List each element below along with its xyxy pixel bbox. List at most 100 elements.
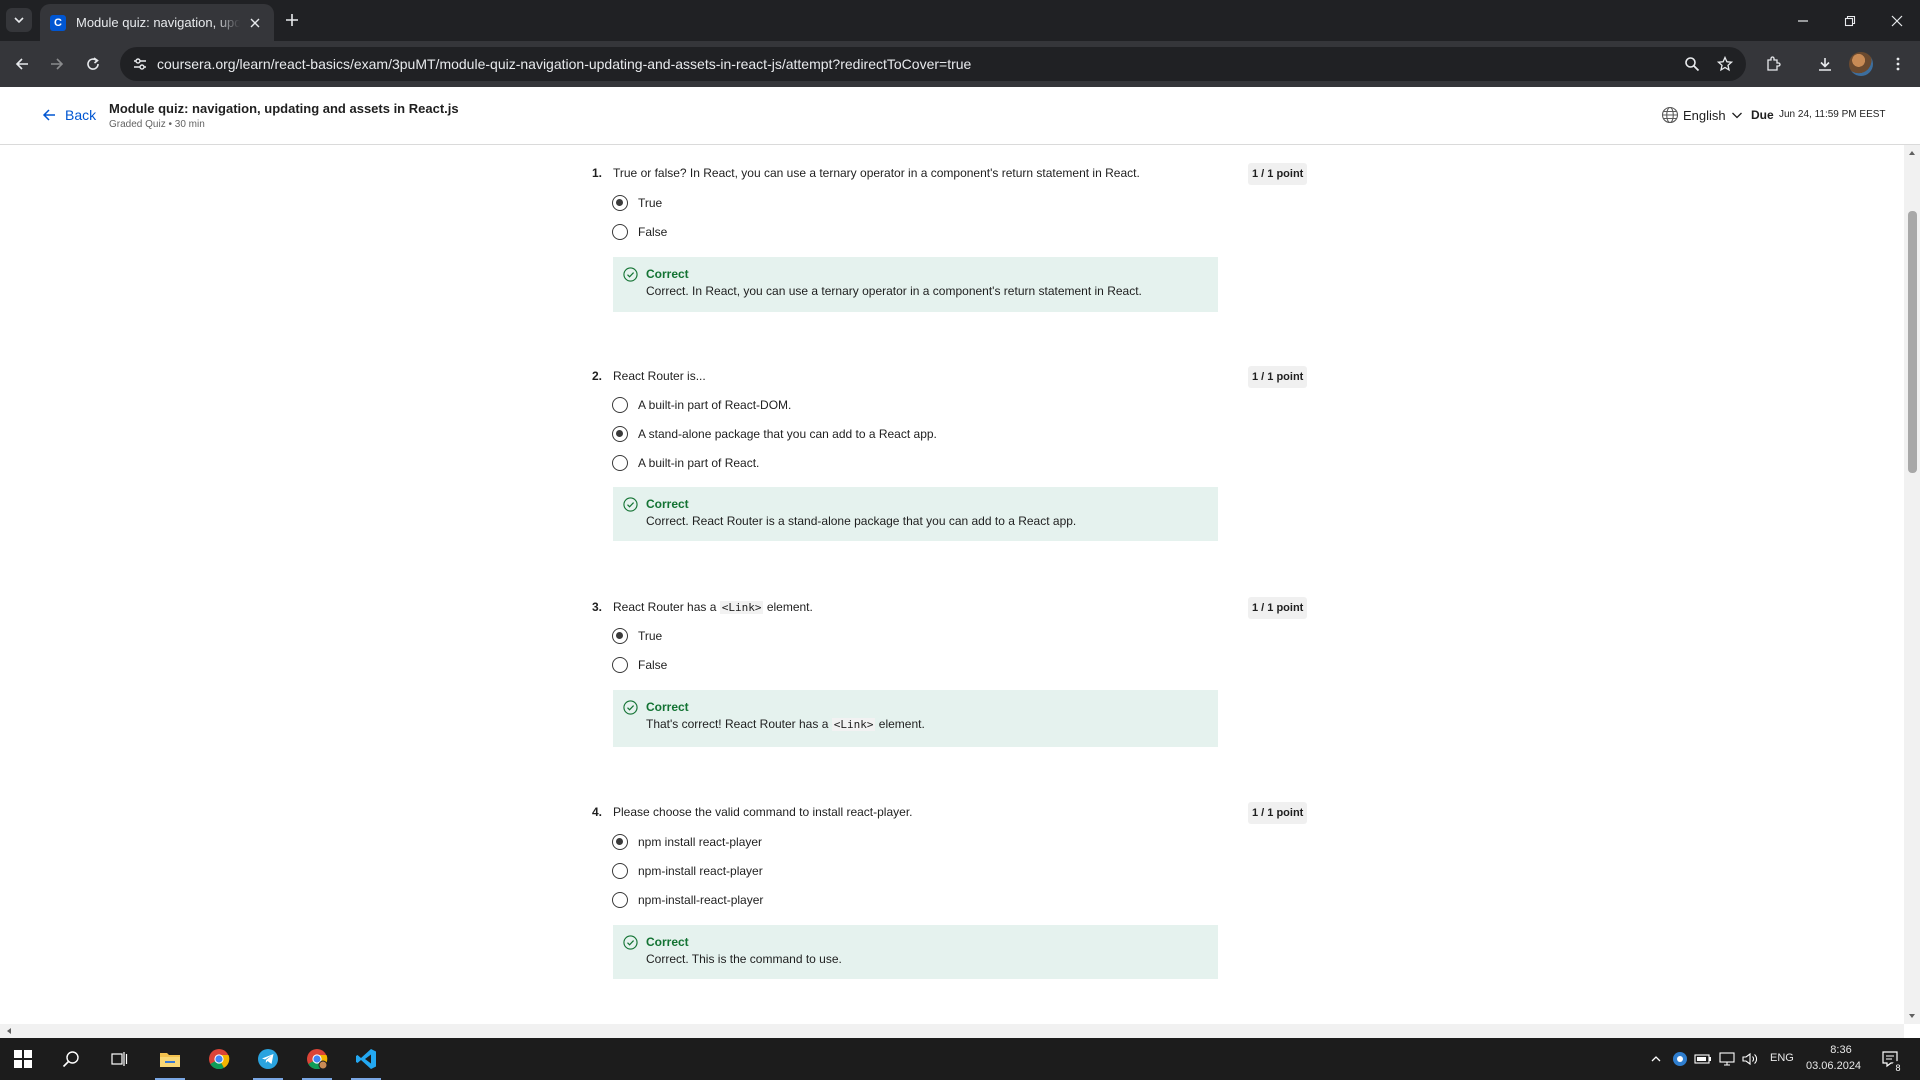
input-language[interactable]: ENG	[1770, 1052, 1794, 1064]
radio-unselected[interactable]	[612, 657, 628, 673]
volume-button[interactable]	[1740, 1049, 1760, 1069]
chrome-icon	[209, 1049, 230, 1070]
tab-search-button[interactable]	[6, 8, 32, 32]
question-number: 1.	[592, 166, 603, 180]
start-button[interactable]	[0, 1038, 46, 1080]
feedback-text: Correct. In React, you can use a ternary…	[646, 284, 1142, 298]
reload-icon	[87, 57, 99, 70]
restore-window-button[interactable]	[1827, 0, 1873, 41]
volume-icon	[1742, 1052, 1757, 1066]
due-label: Due	[1751, 108, 1774, 122]
back-link[interactable]: Back	[41, 107, 96, 123]
answer-option[interactable]: True	[612, 195, 662, 211]
feedback-box: Correct Correct. React Router is a stand…	[613, 487, 1218, 541]
browser-tab-bar: C Module quiz: navigation, updating and …	[0, 0, 1920, 41]
question-text: True or false? In React, you can use a t…	[613, 166, 1140, 180]
bookmark-button[interactable]	[1713, 52, 1737, 76]
battery-icon	[1694, 1054, 1711, 1064]
feedback-title: Correct	[646, 497, 689, 511]
vscode-app[interactable]	[343, 1038, 389, 1080]
star-icon	[1717, 56, 1733, 72]
feedback-title: Correct	[646, 935, 689, 949]
tune-icon	[134, 58, 146, 70]
new-tab-button[interactable]	[282, 10, 302, 30]
language-selector[interactable]: English	[1661, 106, 1748, 124]
answer-option[interactable]: npm-install-react-player	[612, 892, 763, 908]
clock-date[interactable]: 03.06.2024	[1806, 1060, 1861, 1072]
quiz-title: Module quiz: navigation, updating and as…	[109, 101, 459, 116]
vertical-scrollbar[interactable]	[1904, 145, 1920, 1024]
forward-nav-button[interactable]	[45, 52, 69, 76]
minimize-icon	[1798, 19, 1808, 22]
scrollbar-thumb[interactable]	[1908, 211, 1917, 473]
answer-option[interactable]: npm-install react-player	[612, 863, 763, 879]
radio-selected[interactable]	[612, 834, 628, 850]
plus-icon	[286, 14, 298, 26]
due-date: Jun 24, 11:59 PM EEST	[1779, 109, 1886, 120]
address-bar[interactable]: coursera.org/learn/react-basics/exam/3pu…	[120, 47, 1746, 81]
scroll-up-icon[interactable]	[1904, 147, 1920, 159]
back-nav-button[interactable]	[10, 52, 34, 76]
answer-option[interactable]: True	[612, 628, 662, 644]
points-badge: 1 / 1 point	[1248, 163, 1308, 185]
site-info-button[interactable]	[128, 52, 152, 76]
quiz-content: 1. True or false? In React, you can use …	[0, 145, 1904, 1024]
search-button[interactable]	[48, 1038, 94, 1080]
radio-unselected[interactable]	[612, 397, 628, 413]
feedback-text: Correct. React Router is a stand-alone p…	[646, 514, 1077, 528]
profile-avatar[interactable]	[1849, 52, 1873, 76]
answer-option[interactable]: A built-in part of React.	[612, 455, 759, 471]
extensions-button[interactable]	[1761, 52, 1785, 76]
close-icon	[1891, 15, 1903, 26]
scroll-left-icon[interactable]	[3, 1024, 15, 1038]
option-label: npm-install react-player	[638, 864, 763, 878]
radio-selected[interactable]	[612, 426, 628, 442]
browser-menu-button[interactable]	[1886, 52, 1910, 76]
minimize-window-button[interactable]	[1780, 0, 1826, 41]
puzzle-icon	[1767, 56, 1781, 71]
answer-option[interactable]: npm install react-player	[612, 834, 762, 850]
radio-selected[interactable]	[612, 195, 628, 211]
search-icon	[62, 1051, 79, 1068]
chrome-active-app[interactable]	[294, 1038, 340, 1080]
downloads-button[interactable]	[1813, 52, 1837, 76]
answer-option[interactable]: A stand-alone package that you can add t…	[612, 426, 937, 442]
url-text[interactable]: coursera.org/learn/react-basics/exam/3pu…	[157, 56, 971, 72]
zoom-button[interactable]	[1680, 52, 1704, 76]
telegram-app[interactable]	[245, 1038, 291, 1080]
check-circle-icon	[623, 267, 638, 282]
points-badge: 1 / 1 point	[1248, 366, 1308, 388]
radio-unselected[interactable]	[612, 224, 628, 240]
check-circle-icon	[623, 700, 638, 715]
radio-selected[interactable]	[612, 628, 628, 644]
notification-count-badge: 8	[1891, 1061, 1905, 1075]
reload-button[interactable]	[81, 52, 105, 76]
vscode-icon	[356, 1049, 376, 1069]
horizontal-scrollbar[interactable]	[0, 1024, 1904, 1038]
quiz-header: Back Module quiz: navigation, updating a…	[0, 87, 1920, 145]
answer-option[interactable]: A built-in part of React-DOM.	[612, 397, 791, 413]
show-hidden-icons-button[interactable]	[1646, 1049, 1666, 1069]
chrome-app[interactable]	[196, 1038, 242, 1080]
file-explorer-app[interactable]	[147, 1038, 193, 1080]
browser-tab-active[interactable]: C Module quiz: navigation, updating and …	[40, 4, 274, 41]
tray-app-button[interactable]	[1670, 1049, 1690, 1069]
option-label: A built-in part of React.	[638, 456, 760, 470]
option-label: True	[638, 196, 663, 210]
radio-unselected[interactable]	[612, 455, 628, 471]
answer-option[interactable]: False	[612, 657, 667, 673]
chevron-up-icon	[1651, 1056, 1661, 1062]
radio-unselected[interactable]	[612, 863, 628, 879]
radio-unselected[interactable]	[612, 892, 628, 908]
scroll-down-icon[interactable]	[1904, 1010, 1920, 1022]
task-view-button[interactable]	[96, 1038, 142, 1080]
language-label: English	[1683, 107, 1726, 123]
feedback-box: Correct That's correct! React Router has…	[613, 690, 1218, 747]
close-window-button[interactable]	[1874, 0, 1920, 41]
answer-option[interactable]: False	[612, 224, 667, 240]
clock-time[interactable]: 8:36	[1822, 1044, 1860, 1056]
network-button[interactable]	[1717, 1049, 1737, 1069]
battery-button[interactable]	[1693, 1049, 1713, 1069]
points-badge: 1 / 1 point	[1248, 802, 1308, 824]
tab-close-button[interactable]	[246, 14, 264, 32]
